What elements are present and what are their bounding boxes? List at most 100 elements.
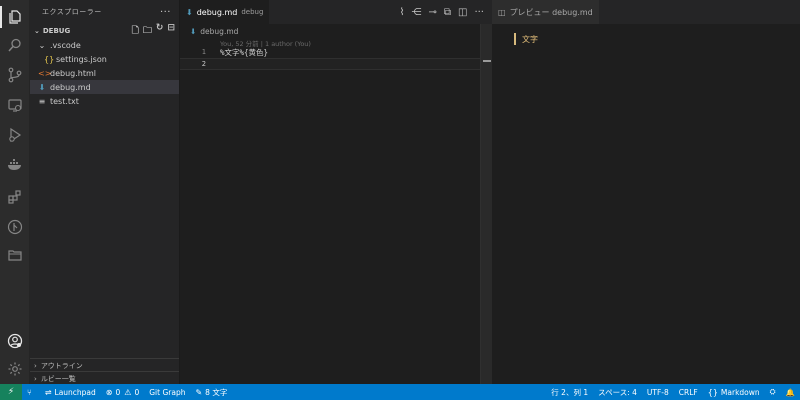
tab-debug-md[interactable]: ⬇ debug.md debug (180, 0, 270, 24)
file-type-icon: {} (44, 54, 55, 64)
more-actions-icon[interactable]: ··· (160, 7, 171, 18)
editor-tabbar: ⬇ debug.md debug ⌇ ⋲ ⊸ ⧉ ◫ ··· (180, 0, 492, 24)
git-graph-item[interactable]: Git Graph (144, 384, 190, 400)
launchpad-icon: ⇌ (44, 387, 52, 397)
preview-active-line-marker (514, 33, 516, 45)
refresh-icon[interactable]: ↻ (156, 23, 164, 39)
pencil-icon: ✎ (195, 387, 203, 397)
tree-item-label: debug.html (50, 68, 96, 78)
preview-tab-label: プレビュー debug.md (509, 7, 593, 17)
remote-explorer-icon[interactable] (0, 92, 30, 118)
search-icon[interactable] (0, 32, 30, 58)
open-preview-icon[interactable]: ⧉ (444, 7, 451, 18)
ruby-list-label: ルビー一覧 (40, 374, 76, 383)
outline-section[interactable]: › アウトライン (30, 358, 179, 372)
docker-icon[interactable] (0, 152, 30, 178)
file-type-icon: <> (38, 68, 52, 78)
tree-item-label: settings.json (56, 54, 107, 64)
workspace-section-header[interactable]: ⌄ DEBUG 🗋 🗀 ↻ ⊟ (30, 23, 179, 39)
explorer-sidebar: エクスプローラー ··· ⌄ DEBUG 🗋 🗀 ↻ ⊟ ⌄ .vscode {} s… (30, 0, 180, 384)
breadcrumb-file: debug.md (200, 26, 239, 36)
eol: CRLF (678, 387, 698, 397)
tree-item-label: .vscode (50, 40, 81, 50)
warning-icon: ⚠ (124, 387, 132, 397)
markdown-file-icon: ⬇ (190, 26, 197, 36)
cursor-position: 行 2、列 1 (551, 387, 589, 397)
source-control-icon[interactable] (0, 62, 30, 88)
tree-item[interactable]: ⌄ .vscode (30, 38, 179, 52)
collapse-all-icon[interactable]: ⊟ (167, 23, 175, 39)
status-bar: ⚡ ⑂ ⇌ Launchpad ⊗ 0 ⚠ 0 Git Graph ✎ 8 文字… (0, 384, 800, 400)
indentation: スペース: 4 (598, 387, 637, 397)
launchpad-label: Launchpad (54, 387, 96, 397)
git-commit-icon[interactable]: ⊸ (428, 7, 436, 18)
code-editor[interactable]: ⬇ debug.md You, 52 分前 | 1 author (You) 1… (180, 24, 492, 384)
git-actions-item[interactable]: ⑂ (22, 384, 40, 400)
eol-item[interactable]: CRLF (674, 384, 703, 400)
git-graph-label: Git Graph (149, 387, 186, 397)
code-line[interactable]: 1 %文字%{黄色} (180, 46, 480, 58)
cursor-position-item[interactable]: 行 2、列 1 (546, 384, 593, 400)
remote-icon: ⚡ (7, 387, 15, 397)
encoding-item[interactable]: UTF-8 (642, 384, 674, 400)
scrollbar-cursor-marker (483, 60, 491, 62)
tab-sublabel: debug (241, 8, 264, 16)
code-line[interactable]: 2 (180, 58, 480, 70)
notifications-item[interactable]: 🔔 (781, 384, 800, 400)
attachment-icon[interactable]: ⌇ (400, 7, 405, 18)
bell-icon: 🔔 (785, 387, 795, 397)
folder-icon[interactable] (0, 242, 30, 268)
tree-item[interactable]: {} settings.json (30, 52, 179, 66)
branch-icon: ⑂ (27, 387, 32, 397)
workspace-name: DEBUG (42, 27, 71, 35)
preview-icon: ◫ (498, 7, 506, 17)
markdown-file-icon: ⬇ (186, 7, 193, 17)
file-type-icon: ⬇ (38, 82, 46, 92)
language-mode: Markdown (720, 387, 760, 397)
sidebar-title: エクスプローラー (42, 8, 102, 16)
braces-icon: {} (707, 387, 718, 397)
account-icon[interactable] (0, 328, 30, 354)
preview-content: 文字 (522, 35, 538, 44)
indentation-item[interactable]: スペース: 4 (593, 384, 642, 400)
remote-indicator[interactable]: ⚡ (0, 384, 22, 400)
line-number: 1 (201, 48, 206, 56)
chevron-down-icon: ⌄ (34, 27, 40, 35)
split-editor-icon[interactable]: ◫ (458, 7, 467, 18)
activity-bar (0, 0, 30, 384)
copilot-icon: ⛭ (769, 387, 776, 396)
tree-item-label: debug.md (50, 82, 91, 92)
ruby-list-section[interactable]: › ルビー一覧 (30, 371, 179, 385)
tree-item[interactable]: <> debug.html (30, 66, 179, 80)
tab-preview[interactable]: ◫ プレビュー debug.md (492, 0, 599, 24)
language-mode-item[interactable]: {} Markdown (703, 384, 765, 400)
file-type-icon: ≡ (38, 96, 46, 106)
file-type-icon: ⌄ (38, 40, 46, 50)
explorer-icon[interactable] (0, 4, 30, 30)
extensions-icon[interactable] (0, 184, 30, 210)
chevron-right-icon: › (34, 361, 37, 370)
tree-item[interactable]: ≡ test.txt (30, 94, 179, 108)
char-count: 8 文字 (205, 387, 228, 397)
editor-scrollbar[interactable] (480, 24, 492, 384)
git-graph-icon[interactable] (0, 214, 30, 240)
sidebar-header: エクスプローラー ··· (30, 0, 179, 24)
new-file-icon[interactable]: 🗋 (132, 23, 139, 39)
outline-label: アウトライン (40, 361, 83, 370)
line-text: %文字%{黄色} (220, 47, 269, 57)
compare-changes-icon[interactable]: ⋲ (411, 7, 421, 18)
problems-item[interactable]: ⊗ 0 ⚠ 0 (101, 384, 144, 400)
more-actions-icon[interactable]: ··· (474, 7, 484, 18)
new-folder-icon[interactable]: 🗀 (143, 23, 152, 39)
char-count-item[interactable]: ✎ 8 文字 (190, 384, 232, 400)
settings-gear-icon[interactable] (0, 356, 30, 382)
run-debug-icon[interactable] (0, 122, 30, 148)
launchpad-item[interactable]: ⇌ Launchpad (40, 384, 101, 400)
markdown-preview: 文字 (492, 24, 800, 384)
tree-item-label: test.txt (50, 96, 79, 106)
warning-count: 0 (134, 387, 140, 397)
copilot-item[interactable]: ⛭ (765, 384, 781, 400)
file-tree: ⌄ .vscode{} settings.json <> debug.html ⬇ debu… (30, 38, 179, 118)
breadcrumb[interactable]: ⬇ debug.md (180, 24, 492, 38)
tree-item[interactable]: ⬇ debug.md (30, 80, 179, 94)
